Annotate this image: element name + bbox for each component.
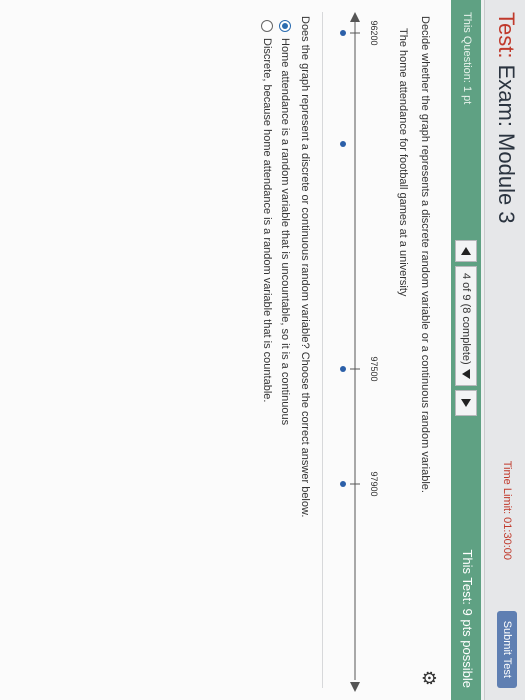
tick-label: 97900 [369,471,379,496]
question-ask: Does the graph represent a discrete or c… [299,16,311,518]
submit-test-button[interactable]: Submit Test [497,610,517,688]
triangle-down-icon [462,368,470,379]
screen: Test: Exam: Module 3 Time Limit: 01:30:0… [0,0,525,700]
previous-question-button[interactable] [455,240,477,262]
answer-option-label: Discrete, because home attendance is a r… [261,38,273,403]
answer-option-discrete[interactable]: Discrete, because home attendance is a r… [261,20,273,402]
graph-title: The home attendance for football games a… [397,28,409,297]
answer-option-continuous[interactable]: Home attendance is a random variable tha… [279,20,291,425]
next-question-button[interactable] [455,389,477,416]
gear-icon[interactable]: ⚙ [418,670,439,686]
test-title: Test: Exam: Module 3 [493,12,519,224]
point [340,141,346,147]
question-navigator: 4 of 9 (8 complete) [455,240,477,416]
this-question-points: This Question: 1 pt [461,12,473,105]
test-title-prefix: Test: [494,12,519,59]
triangle-right-icon [461,398,471,407]
tick-label: 96200 [369,20,379,45]
point [340,366,346,372]
question-select-dropdown[interactable]: 4 of 9 (8 complete) [455,266,477,386]
question-prompt: Decide whether the graph represents a di… [419,16,431,493]
left-arrow-icon [350,12,360,22]
answer-option-label: Home attendance is a random variable tha… [279,38,291,426]
number-line: 96200 97500 97900 [340,12,379,692]
right-arrow-icon [350,682,360,692]
question-content: ⚙ Decide whether the graph represents a … [0,0,451,700]
question-bar: This Question: 1 pt 4 of 9 (8 complete) … [451,0,481,700]
this-test-points: This Test: 9 pts possible [460,549,475,689]
radio-selected-icon[interactable] [279,20,291,32]
time-limit: Time Limit: 01:30:00 [501,460,513,560]
triangle-left-icon [461,247,471,255]
divider [322,12,323,688]
question-progress: 4 of 9 (8 complete) [460,273,472,365]
test-header: Test: Exam: Module 3 Time Limit: 01:30:0… [484,0,525,700]
point [340,30,346,36]
point [340,481,346,487]
test-title-name: Exam: Module 3 [494,58,519,224]
radio-unselected-icon[interactable] [261,20,273,32]
tick-label: 97500 [369,356,379,381]
